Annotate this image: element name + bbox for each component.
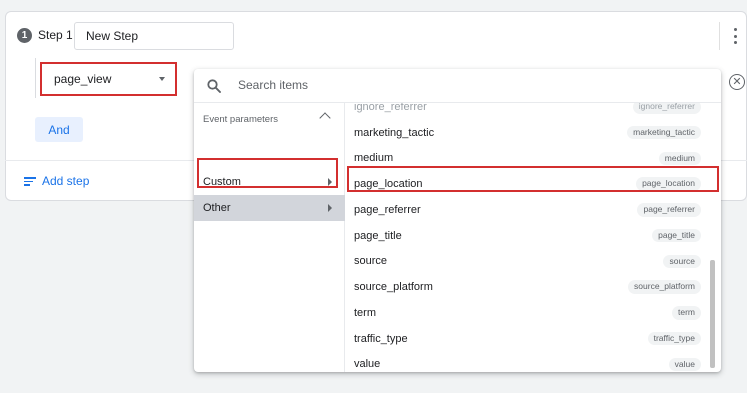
item-name: source_platform <box>354 281 433 294</box>
item-chip: ignore_referrer <box>632 103 701 114</box>
item-chip: traffic_type <box>647 331 701 346</box>
item-name: medium <box>354 152 394 165</box>
header-divider <box>719 22 720 50</box>
item-chip: medium <box>658 151 701 166</box>
arrow-right-icon <box>328 204 332 212</box>
item-chip: marketing_tactic <box>627 125 701 140</box>
item-name: ignore_referrer <box>354 103 427 113</box>
item-name: term <box>354 306 376 319</box>
item-chip: value <box>668 357 701 372</box>
step-label: Step 1 <box>38 28 73 42</box>
list-item[interactable]: source source <box>346 249 721 275</box>
category-header: Event parameters <box>203 114 278 125</box>
and-button[interactable]: And <box>35 117 83 142</box>
item-chip: page_title <box>652 228 701 243</box>
list-item[interactable]: source_platform source_platform <box>346 274 721 300</box>
step-name-input[interactable]: New Step <box>74 22 234 50</box>
item-chip: term <box>672 306 701 320</box>
event-select-value: page_view <box>54 72 112 86</box>
more-vert-icon[interactable] <box>730 26 740 46</box>
item-name: page_location <box>354 178 423 191</box>
list-item[interactable]: page_title page_title <box>346 223 721 249</box>
item-chip: source <box>663 254 701 269</box>
caret-down-icon <box>159 77 165 81</box>
condition-border <box>35 58 36 98</box>
item-chip: page_location <box>636 177 701 191</box>
list-item[interactable]: marketing_tactic marketing_tactic <box>346 120 721 146</box>
list-item[interactable]: page_referrer page_referrer <box>346 197 721 223</box>
item-name: value <box>354 358 381 371</box>
step-number-badge: 1 <box>17 28 32 43</box>
scrollbar-thumb[interactable] <box>710 260 715 368</box>
category-custom[interactable]: Custom <box>194 169 345 195</box>
sort-lines-icon <box>24 176 36 186</box>
add-step-label: Add step <box>42 174 90 188</box>
arrow-right-icon <box>328 178 332 186</box>
list-item[interactable]: value value <box>346 352 721 373</box>
close-circle-icon[interactable]: ✕ <box>729 74 745 90</box>
item-name: page_referrer <box>354 203 421 216</box>
category-label: Custom <box>203 176 241 188</box>
list-item[interactable]: term term <box>346 300 721 326</box>
item-name: marketing_tactic <box>354 126 435 139</box>
list-item[interactable]: traffic_type traffic_type <box>346 326 721 352</box>
search-icon <box>207 79 221 93</box>
item-list: ignore_referrer ignore_referrer marketin… <box>346 103 721 372</box>
category-other[interactable]: Other <box>194 195 345 221</box>
item-name: source <box>354 255 388 268</box>
item-chip: source_platform <box>628 280 701 294</box>
parameter-dropdown: Event parameters Custom Other ignore_ref… <box>194 69 721 372</box>
item-chip: page_referrer <box>637 203 701 217</box>
list-item[interactable]: ignore_referrer ignore_referrer <box>346 103 721 120</box>
category-pane: Event parameters Custom Other <box>194 103 345 372</box>
event-select[interactable]: page_view <box>40 62 177 96</box>
list-item[interactable]: page_location page_location <box>346 171 721 197</box>
item-name: page_title <box>354 229 402 242</box>
item-name: traffic_type <box>354 332 408 345</box>
list-item[interactable]: medium medium <box>346 146 721 172</box>
add-step-button[interactable]: Add step <box>24 174 89 188</box>
search-input[interactable] <box>238 78 698 92</box>
item-pane: ignore_referrer ignore_referrer marketin… <box>346 103 721 372</box>
category-label: Other <box>203 202 231 214</box>
search-row <box>194 69 721 103</box>
